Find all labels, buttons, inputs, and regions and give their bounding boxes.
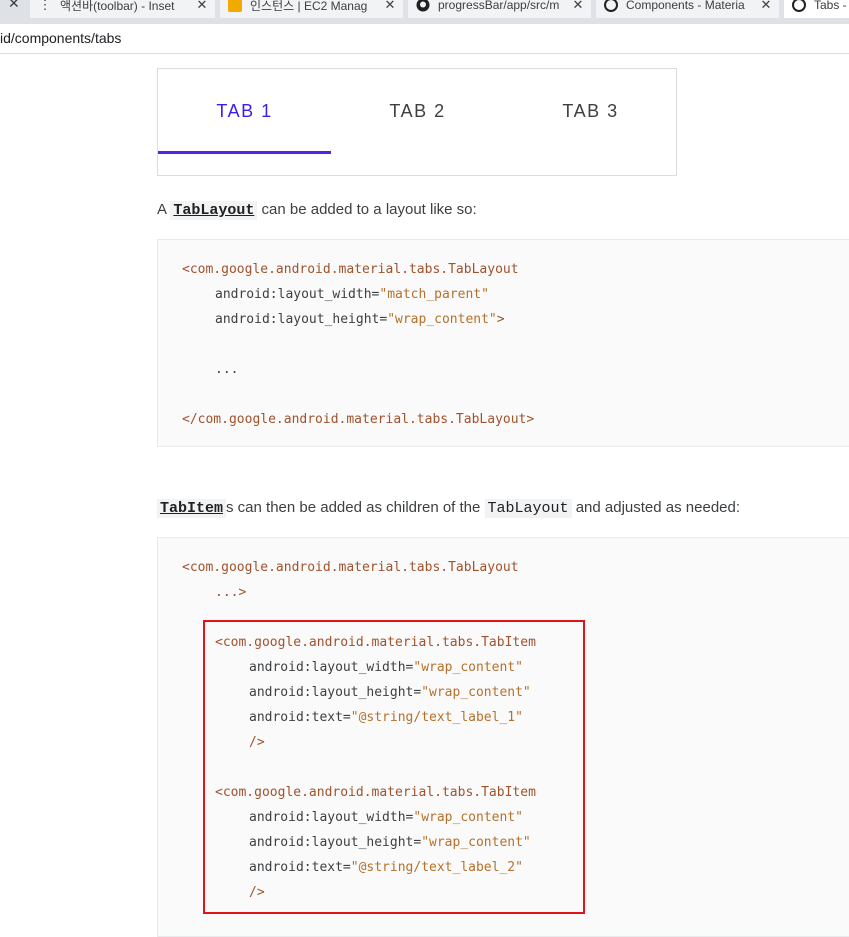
browser-tab-ec2[interactable]: 인스턴스 | EC2 Manag ✕ (220, 0, 403, 18)
tab-layout-demo: TAB 1 TAB 2 TAB 3 (157, 68, 677, 176)
browser-tab-title: Tabs - (814, 0, 847, 12)
browser-tab-title: 인스턴스 | EC2 Manag (250, 0, 368, 13)
inline-code-tabitem[interactable]: TabItem (157, 499, 227, 518)
code-block-tablayout: <com.google.android.material.tabs.TabLay… (157, 239, 849, 447)
code-line: ... (215, 362, 239, 377)
text: A (157, 201, 171, 218)
text: can be added to a layout like so: (257, 201, 477, 218)
paragraph-tablayout: A TabLayout can be added to a layout lik… (157, 201, 477, 220)
demo-tab-3[interactable]: TAB 3 (504, 69, 677, 153)
tab-indicator (158, 151, 331, 154)
github-icon (416, 0, 430, 12)
browser-tab-title: 액션바(toolbar) - Inset (60, 0, 175, 13)
browser-tab-title: progressBar/app/src/m (438, 0, 560, 12)
browser-tab-github[interactable]: progressBar/app/src/m ✕ (408, 0, 591, 18)
close-icon[interactable]: ✕ (571, 0, 585, 13)
annotation-highlight-box (203, 620, 585, 914)
demo-tab-2[interactable]: TAB 2 (331, 69, 504, 153)
browser-tab-toolbar[interactable]: ⋮ 액션바(toolbar) - Inset ✕ (30, 0, 215, 18)
code-line: android:layout_width="match_parent" (215, 287, 489, 302)
menu-dots-icon: ⋮ (38, 0, 52, 12)
code-line: ...> (215, 585, 247, 600)
code-line: android:layout_height="wrap_content"> (215, 312, 505, 327)
code-line: <com.google.android.material.tabs.TabLay… (182, 262, 519, 277)
paragraph-tabitem: TabItem s can then be added as children o… (157, 499, 741, 518)
demo-tab-1[interactable]: TAB 1 (158, 69, 331, 153)
inline-code-tablayout: TabLayout (484, 499, 572, 518)
material-favicon-icon (792, 0, 806, 12)
close-icon[interactable]: ✕ (759, 0, 773, 13)
code-line: <com.google.android.material.tabs.TabLay… (182, 560, 519, 575)
inline-code-tablayout[interactable]: TabLayout (170, 201, 258, 220)
close-icon[interactable]: ✕ (195, 0, 209, 13)
material-favicon-icon (604, 0, 618, 12)
text: and adjusted as needed: (571, 499, 741, 516)
browser-tab-components[interactable]: Components - Materia ✕ (596, 0, 779, 18)
browser-tab-title: Components - Materia (626, 0, 745, 12)
url-text[interactable]: id/components/tabs (0, 30, 121, 46)
browser-tab-strip: ✕ ⋮ 액션바(toolbar) - Inset ✕ 인스턴스 | EC2 Ma… (0, 0, 849, 24)
page-content: TAB 1 TAB 2 TAB 3 A TabLayout can be add… (0, 55, 849, 937)
code-line: </com.google.android.material.tabs.TabLa… (182, 412, 535, 427)
browser-tab-tabs[interactable]: Tabs - (784, 0, 849, 18)
close-icon[interactable]: ✕ (8, 0, 20, 12)
text: s can then be added as children of the (226, 499, 485, 516)
address-bar[interactable]: id/components/tabs (0, 24, 849, 54)
aws-favicon-icon (228, 0, 242, 12)
close-icon[interactable]: ✕ (383, 0, 397, 13)
